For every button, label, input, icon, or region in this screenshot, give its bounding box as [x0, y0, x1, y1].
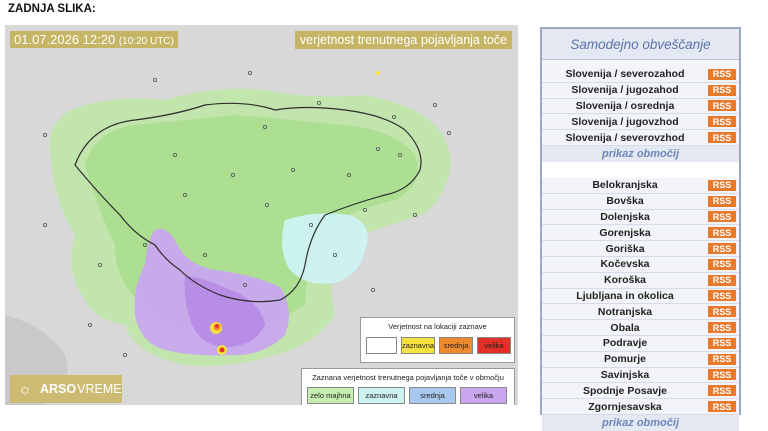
list-item: Slovenija / jugovzhod RSS — [542, 114, 739, 131]
timestamp-utc: (10:20 UTC) — [118, 36, 174, 47]
legend-area-srednja: srednja — [409, 387, 456, 404]
list-item: Savinjska RSS — [542, 367, 739, 384]
rss-button[interactable]: RSS — [708, 68, 736, 80]
legend-location: Verjetnost na lokaciji zaznave zaznavna … — [360, 317, 515, 363]
brand-light: VREME — [77, 382, 122, 396]
list-item: Ljubljana in okolica RSS — [542, 288, 739, 305]
list-item: Goriška RSS — [542, 241, 739, 257]
list-item-label: Ljubljana in okolica — [576, 289, 674, 302]
list-item-label: Obala — [610, 321, 640, 334]
rss-button[interactable]: RSS — [708, 116, 736, 128]
list-item-label: Bovška — [606, 195, 644, 208]
list-item-label: Pomurje — [603, 353, 646, 366]
page-header: ZADNJA SLIKA: — [8, 3, 96, 15]
map-timestamp: 01.07.2026 12:20 (10:20 UTC) — [10, 31, 178, 48]
rss-button[interactable]: RSS — [708, 258, 736, 270]
list-item-label: Savinjska — [600, 368, 650, 381]
legend-swatch-zaznavna: zaznavna — [401, 337, 435, 354]
list-item: Spodnje Posavje RSS — [542, 383, 739, 400]
list-item-label: Slovenija / osrednja — [575, 99, 675, 112]
rss-button[interactable]: RSS — [708, 84, 736, 96]
list-item-label: Slovenija / severozahod — [565, 68, 685, 81]
rss-button[interactable]: RSS — [708, 179, 736, 191]
arso-logo: ☼ ARSO VREME — [10, 375, 122, 403]
rss-button[interactable]: RSS — [708, 274, 736, 286]
list-item: Slovenija / jugozahod RSS — [542, 82, 739, 99]
legend-area-title: Zaznana verjetnost trenutnega pojavljanj… — [312, 373, 504, 382]
notification-panel: Samodejno obveščanje Slovenija / severoz… — [540, 27, 741, 431]
list-item: Belokranjska RSS — [542, 177, 739, 194]
legend-area-velika: velika — [460, 387, 507, 404]
list-item: Bovška RSS — [542, 193, 739, 210]
panel-title: Samodejno obveščanje — [542, 29, 739, 60]
rss-button[interactable]: RSS — [708, 369, 736, 381]
list-item: Koroška RSS — [542, 272, 739, 289]
list-item: Slovenija / osrednja RSS — [542, 98, 739, 115]
legend-swatch-srednja: srednja — [439, 337, 473, 354]
legend-location-title: Verjetnost na lokaciji zaznave — [388, 322, 487, 331]
list-item: Pomurje RSS — [542, 351, 739, 368]
list-item: Notranjska RSS — [542, 304, 739, 321]
list-item-label: Slovenija / jugovzhod — [571, 115, 679, 128]
timestamp-local: 01.07.2026 12:20 — [14, 32, 116, 47]
list-item: Dolenjska RSS — [542, 209, 739, 226]
legend-area-zaznavna: zaznavna — [358, 387, 405, 404]
list-item: Gorenjska RSS — [542, 225, 739, 242]
region-list: Slovenija / severozahod RSS Slovenija / ju… — [542, 67, 739, 146]
legend-area: Zaznana verjetnost trenutnega pojavljanj… — [301, 368, 515, 405]
rss-button[interactable]: RSS — [708, 353, 736, 365]
list-item-label: Kočevska — [600, 258, 650, 271]
rss-button[interactable]: RSS — [708, 385, 736, 397]
list-item-label: Belokranjska — [592, 179, 658, 192]
list-item-label: Goriška — [605, 242, 645, 255]
legend-swatch-velika: velika — [477, 337, 511, 354]
list-item-label: Slovenija / jugozahod — [571, 84, 679, 97]
rss-button[interactable]: RSS — [708, 322, 736, 334]
list-item: Zgornjesavska RSS — [542, 399, 739, 415]
hail-probability-map: 01.07.2026 12:20 (10:20 UTC) verjetnost … — [5, 25, 518, 405]
list-item-label: Spodnje Posavje — [582, 384, 668, 397]
rss-button[interactable]: RSS — [708, 100, 736, 112]
rss-button[interactable]: RSS — [708, 132, 736, 144]
rss-button[interactable]: RSS — [708, 290, 736, 302]
product-title: verjetnost trenutnega pojavljanja toče — [294, 31, 512, 49]
list-item: Slovenija / severozahod RSS — [542, 67, 739, 83]
sun-icon: ☼ — [18, 380, 32, 398]
list-item-label: Gorenjska — [599, 226, 651, 239]
list-item: Podravje RSS — [542, 335, 739, 352]
rss-button[interactable]: RSS — [708, 337, 736, 349]
rss-button[interactable]: RSS — [708, 243, 736, 255]
legend-area-zelo-majhna: zelo majhna — [307, 387, 354, 404]
list-item-label: Podravje — [602, 337, 648, 350]
area-list: Belokranjska RSS Bovška RSS Dolenjska RSS Gore… — [542, 177, 739, 415]
list-item-label: Zgornjesavska — [588, 400, 662, 413]
show-regions-link[interactable]: prikaz območij — [542, 145, 739, 162]
list-item: Slovenija / severovzhod RSS — [542, 130, 739, 146]
list-item: Kočevska RSS — [542, 256, 739, 273]
rss-button[interactable]: RSS — [708, 211, 736, 223]
rss-button[interactable]: RSS — [708, 401, 736, 413]
rss-button[interactable]: RSS — [708, 306, 736, 318]
list-item: Obala RSS — [542, 320, 739, 336]
list-item-label: Dolenjska — [600, 210, 650, 223]
legend-swatch-none — [366, 337, 397, 354]
brand-strong: ARSO — [40, 382, 77, 396]
rss-button[interactable]: RSS — [708, 195, 736, 207]
list-item-label: Slovenija / severovzhod — [565, 131, 685, 144]
list-item-label: Koroška — [603, 274, 646, 287]
list-item-label: Notranjska — [597, 305, 653, 318]
rss-button[interactable]: RSS — [708, 227, 736, 239]
